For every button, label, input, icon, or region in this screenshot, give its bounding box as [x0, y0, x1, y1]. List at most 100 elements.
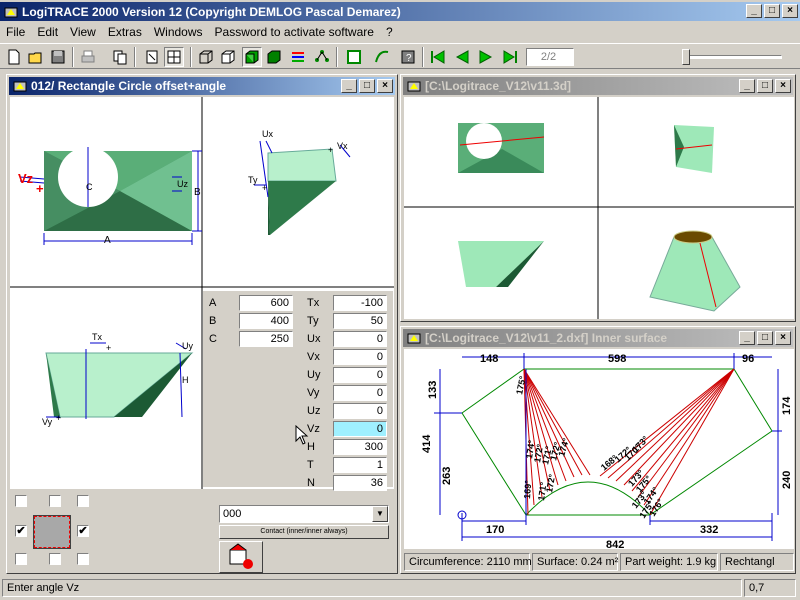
page-view-icon[interactable]: [142, 47, 162, 67]
prev-page-icon[interactable]: [452, 47, 472, 67]
param-ty-input[interactable]: 50: [333, 313, 387, 329]
anchor-check-tr[interactable]: [77, 495, 89, 507]
design-close-button[interactable]: ×: [377, 79, 393, 93]
param-uz-label: Uz: [307, 405, 321, 417]
contact-button[interactable]: Contact (inner/inner always): [219, 525, 389, 539]
view3d-area[interactable]: [404, 97, 794, 319]
param-c-label: C: [209, 333, 217, 345]
dxf-minimize-button[interactable]: _: [739, 331, 755, 345]
param-t-label: T: [307, 459, 314, 471]
menu-edit[interactable]: Edit: [31, 25, 64, 39]
param-ty-label: Ty: [307, 315, 319, 327]
option-combo[interactable]: 000 ▼: [219, 505, 389, 523]
dim-a-label: A: [104, 235, 111, 246]
weight-status: Part weight: 1.9 kg: [620, 553, 718, 571]
grid-view-icon[interactable]: [164, 47, 184, 67]
param-t-input[interactable]: 1: [333, 457, 387, 473]
menu-help[interactable]: ?: [380, 25, 399, 39]
anchor-check-tc[interactable]: [49, 495, 61, 507]
calculate-icon: [229, 543, 253, 569]
dim-uy-label: Uy: [182, 341, 193, 351]
parameter-panel: A 600 B 400 C 250 Tx -100 Ty 50 Ux 0 Vx …: [203, 291, 393, 491]
anchor-check-bc[interactable]: [49, 553, 61, 565]
first-page-icon[interactable]: [428, 47, 448, 67]
dim-c-label: C: [86, 182, 93, 192]
save-icon[interactable]: [48, 47, 68, 67]
dim-left-2: 414: [421, 434, 433, 453]
chevron-down-icon[interactable]: ▼: [372, 506, 388, 522]
design-window-title-bar: 012/ Rectangle Circle offset+angle _ □ ×: [9, 77, 395, 95]
view3d-minimize-button[interactable]: _: [739, 79, 755, 93]
param-a-input[interactable]: 600: [239, 295, 293, 311]
param-uy-input[interactable]: 0: [333, 367, 387, 383]
status-value: 0,7: [744, 579, 796, 597]
anchor-check-br[interactable]: [77, 553, 89, 565]
menu-view[interactable]: View: [64, 25, 102, 39]
angle-label: 172°: [544, 473, 557, 493]
box-hidden-icon[interactable]: [218, 47, 238, 67]
close-button[interactable]: ×: [782, 4, 798, 18]
maximize-button[interactable]: □: [764, 4, 780, 18]
param-uz-input[interactable]: 0: [333, 403, 387, 419]
dxf-window: [C:\Logitrace_V12\v11_2.dxf] Inner surfa…: [400, 326, 796, 574]
anchor-check-ml[interactable]: ✔: [15, 525, 27, 537]
view3d-close-button[interactable]: ×: [775, 79, 791, 93]
calculate-button[interactable]: [219, 541, 263, 573]
last-page-icon[interactable]: [500, 47, 520, 67]
param-h-input[interactable]: 300: [333, 439, 387, 455]
tree-icon[interactable]: [312, 47, 332, 67]
menu-windows[interactable]: Windows: [148, 25, 209, 39]
param-n-input[interactable]: 36: [333, 475, 387, 491]
surface-status: Surface: 0.24 m²: [532, 553, 618, 571]
box-shaded-icon[interactable]: [242, 47, 262, 67]
zoom-slider[interactable]: [680, 49, 784, 65]
menu-bar: File Edit View Extras Windows Password t…: [0, 22, 800, 42]
param-c-input[interactable]: 250: [239, 331, 293, 347]
design-maximize-button[interactable]: □: [359, 79, 375, 93]
design-minimize-button[interactable]: _: [341, 79, 357, 93]
copy-icon[interactable]: [110, 47, 130, 67]
dxf-maximize-button[interactable]: □: [757, 331, 773, 345]
menu-extras[interactable]: Extras: [102, 25, 148, 39]
dim-top-2: 598: [608, 353, 626, 365]
dim-left-1: 133: [427, 381, 439, 399]
open-folder-icon[interactable]: [26, 47, 46, 67]
frame-icon[interactable]: [344, 47, 364, 67]
dxf-drawing-area[interactable]: 148 598 96 133 414 263 174 240 170 332 8…: [404, 349, 794, 551]
view3d-top: [458, 123, 545, 173]
anchor-check-tl[interactable]: [15, 495, 27, 507]
layers-icon[interactable]: [288, 47, 308, 67]
front-view: Tx Uy H Vy + +: [42, 332, 193, 427]
param-ux-input[interactable]: 0: [333, 331, 387, 347]
anchor-check-bl[interactable]: [15, 553, 27, 565]
menu-file[interactable]: File: [0, 25, 31, 39]
param-vx-input[interactable]: 0: [333, 349, 387, 365]
next-page-icon[interactable]: [476, 47, 496, 67]
minimize-button[interactable]: _: [746, 4, 762, 18]
view3d-title-bar: [C:\Logitrace_V12\v11.3d] _ □ ×: [403, 77, 793, 95]
dxf-close-button[interactable]: ×: [775, 331, 791, 345]
param-b-input[interactable]: 400: [239, 313, 293, 329]
anchor-check-mr[interactable]: ✔: [77, 525, 89, 537]
param-vy-input[interactable]: 0: [333, 385, 387, 401]
dxf-title: [C:\Logitrace_V12\v11_2.dxf] Inner surfa…: [425, 331, 668, 345]
info-icon[interactable]: ?: [398, 47, 418, 67]
param-b-label: B: [209, 315, 217, 327]
print-icon[interactable]: [78, 47, 98, 67]
param-a-label: A: [209, 297, 217, 309]
box-wire-icon[interactable]: [196, 47, 216, 67]
view3d-front: [458, 241, 544, 287]
svg-text:+: +: [262, 183, 267, 193]
new-file-icon[interactable]: [4, 47, 24, 67]
box-solid-icon[interactable]: [264, 47, 284, 67]
param-n-label: N: [307, 477, 315, 489]
curve-icon[interactable]: [372, 47, 392, 67]
dim-h-label: H: [182, 375, 189, 385]
dim-vy-label: Vy: [42, 417, 53, 427]
param-tx-input[interactable]: -100: [333, 295, 387, 311]
param-vx-label: Vx: [307, 351, 320, 363]
view3d-maximize-button[interactable]: □: [757, 79, 773, 93]
param-vz-input[interactable]: 0: [333, 421, 387, 437]
zoom-slider-thumb[interactable]: [682, 49, 690, 65]
menu-password[interactable]: Password to activate software: [209, 25, 380, 39]
